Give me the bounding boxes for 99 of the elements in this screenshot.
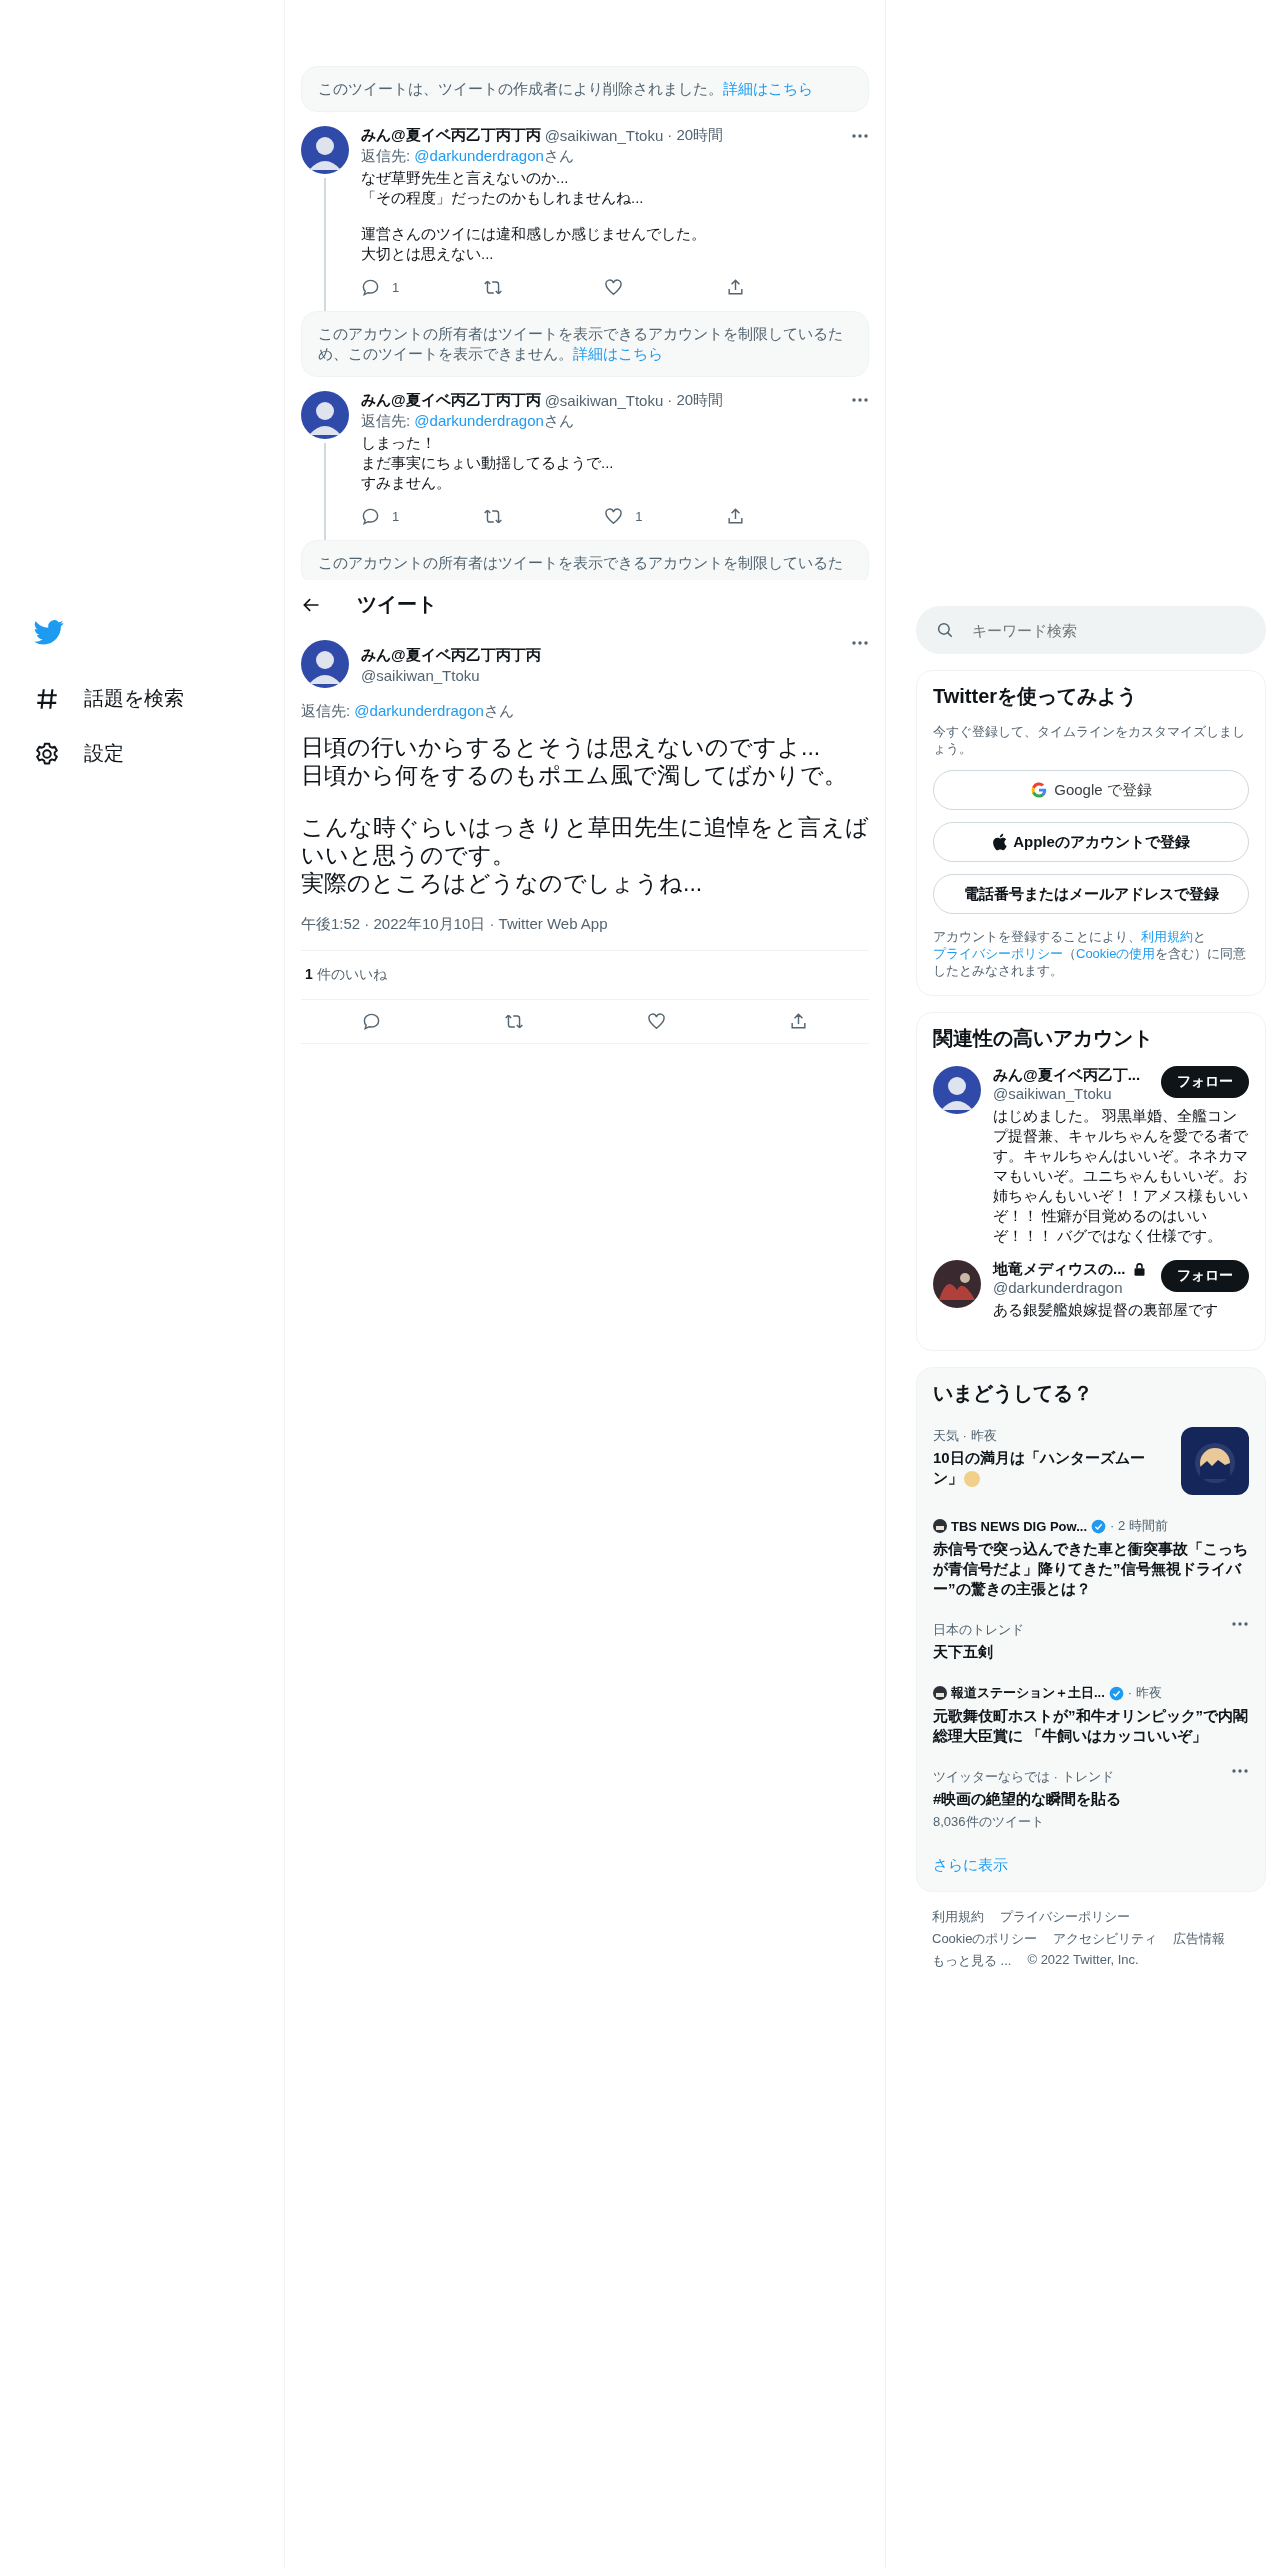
more-icon[interactable] (851, 639, 869, 646)
tweet-text-line: なぜ草野先生と言えないのか... (361, 168, 570, 188)
heart-icon[interactable] (604, 277, 624, 297)
settings-icon (34, 740, 60, 767)
avatar-icon (301, 126, 349, 174)
bio-text: はじめました。 羽黒単婚、全艦コンプ提督兼、キャルちゃんを愛でる者です。キャルちゃんはいいぞ。ネネカママもいいぞ。ユニちゃんもいいぞ。お姉ちゃんもいいぞ！！アメス様もいいぞ！！ 性癖が目覚めるのはいいぞ！！！ バグではなく仕様です。 (993, 1106, 1249, 1246)
avatar-icon (933, 1260, 981, 1308)
reply-to-text: 返信先: @darkunderdragonさん (361, 147, 575, 166)
signup-button[interactable]: Appleのアカウントで登録 (933, 822, 1249, 862)
avatar-icon (933, 1066, 981, 1114)
reply-to-text: 返信先: @darkunderdragonさん (301, 701, 515, 721)
bird-logo-icon[interactable] (34, 620, 64, 645)
card-title: Twitterを使ってみよう (933, 684, 1139, 709)
signup-button[interactable]: Google で登録 (933, 770, 1249, 810)
reply-count: 1 (392, 508, 400, 524)
like-count: 1 (635, 508, 643, 524)
card-title: 関連性の高いアカウント (933, 1026, 1154, 1051)
source-name: 報道ステーション＋土日... (951, 1684, 1105, 1702)
reply-icon[interactable] (361, 506, 380, 526)
share-icon[interactable] (725, 506, 745, 526)
trend-title[interactable]: 天下五剣 (933, 1642, 1219, 1662)
trend-title[interactable]: 赤信号で突っ込んできた車と衝突事故「こっちが青信号だよ」降りてきた”信号無視ドライバー”の驚きの主張とは？ (933, 1539, 1249, 1599)
tweet-count: 8,036件のツイート (933, 1813, 1045, 1830)
tweet-text-line: 日頃の行いからするとそうは思えないのですよ... (301, 732, 822, 761)
trend-title[interactable]: 10日の満月は「ハンターズムーン」 (933, 1448, 1169, 1489)
copyright-text: © 2022 Twitter, Inc. (1027, 1952, 1139, 1969)
trend-title[interactable]: 元歌舞伎町ホストが”和牛オリンピック”で内閣総理大臣賞に 「牛飼いはカッコいいぞ」 (933, 1706, 1249, 1746)
follow-button[interactable]: フォロー (1161, 1066, 1249, 1098)
page-title: ツイート (357, 592, 437, 618)
tweet-text-line: 「その程度」だったのかもしれませんね... (361, 188, 645, 208)
more-icon[interactable] (851, 132, 869, 139)
footer-link[interactable]: 広告情報 (1173, 1930, 1226, 1948)
footer-link[interactable]: 利用規約 (932, 1908, 984, 1926)
handle-text: @saikiwan_Ttoku (993, 1085, 1113, 1102)
user-name[interactable]: みん@夏イベ丙乙丁丙丁丙 (361, 126, 541, 145)
footer-link[interactable]: もっと見る ... (932, 1952, 1012, 1970)
account-name[interactable]: みん@夏イベ丙乙丁... (993, 1066, 1141, 1085)
time-text: · 20時間 (667, 390, 724, 410)
bio-text: ある銀髪艦娘嫁提督の裏部屋です (993, 1300, 1219, 1320)
heart-icon[interactable] (604, 506, 624, 526)
apple-icon (992, 833, 1008, 851)
handle-text: @saikiwan_Ttoku (361, 666, 481, 684)
trend-meta: 天気 · 昨夜 (933, 1427, 998, 1444)
card-subtitle: 今すぐ登録して、タイムラインをカスタマイズしましょう。 (933, 723, 1246, 757)
account-name[interactable]: 地竜メディウスの... (993, 1260, 1126, 1279)
source-logo-icon (933, 1686, 947, 1700)
time-text: · 20時間 (667, 126, 724, 145)
tweet-text-line: 実際のところはどうなのでしょうね... (301, 868, 704, 897)
more-icon[interactable] (1231, 1768, 1249, 1774)
footer-link[interactable]: アクセシビリティ (1053, 1930, 1158, 1948)
nav-item[interactable]: 話題を検索 (34, 671, 184, 726)
moon-icon (963, 1470, 981, 1489)
trend-title[interactable]: #映画の絶望的な瞬間を貼る (933, 1789, 1219, 1809)
tweet-text-line: すみません。 (361, 472, 452, 493)
terms-text: アカウントを登録することにより、利用規約 と プライバシーポリシー（Cookieの使用を含む）に同意したとみなされます。 (933, 928, 1248, 979)
card-title: いまどうしてる？ (933, 1381, 1094, 1406)
tweet-text-line: まだ事実にちょい動揺してるようで... (361, 452, 615, 473)
source-name: TBS NEWS DIG Pow... (951, 1518, 1088, 1534)
notice-text: このアカウントの所有者はツイートを表示できるアカウントを制限しているた (318, 552, 844, 573)
handle-text: @saikiwan_Ttoku (544, 127, 664, 144)
avatar-icon (301, 639, 349, 688)
handle-text: @saikiwan_Ttoku (544, 391, 664, 409)
trend-meta: 日本のトレンド (933, 1621, 1025, 1638)
handle-text: @darkunderdragon (993, 1279, 1124, 1296)
signup-button[interactable]: 電話番号またはメールアドレスで登録 (933, 874, 1249, 914)
share-icon[interactable] (788, 1011, 808, 1031)
reply-icon[interactable] (361, 277, 380, 297)
tweet-text-line: 運営さんのツイには違和感しか感じませんでした。 (361, 223, 707, 244)
tweet-text-line: こんな時ぐらいはっきりと草田先生に追悼をと言えばいいと思うのです。 (301, 812, 869, 869)
reply-to-text: 返信先: @darkunderdragonさん (361, 411, 575, 431)
timestamp-text: 午後1:52 · 2022年10月10日 · Twitter Web App (301, 914, 869, 951)
verified-icon (1091, 1518, 1107, 1534)
avatar-icon (301, 390, 349, 439)
google-g-icon (1030, 781, 1049, 799)
notice-text: このツイートは、ツイートの作成者により削除されました。詳細はこちら (318, 79, 814, 99)
user-name[interactable]: みん@夏イベ丙乙丁丙丁丙 (361, 390, 541, 410)
follow-button[interactable]: フォロー (1161, 1260, 1249, 1292)
more-icon[interactable] (851, 397, 869, 404)
footer-link[interactable]: Cookieのポリシー (932, 1930, 1038, 1948)
source-logo-icon (933, 1519, 947, 1533)
reply-count: 1 (392, 279, 400, 295)
nav-item[interactable]: 設定 (34, 726, 124, 781)
share-icon[interactable] (725, 277, 745, 297)
time-text: · 2 時間前 (1110, 1517, 1168, 1535)
tweet-text-line: しまった！ (361, 432, 437, 453)
likes-link[interactable]: 1 件のいいね (305, 965, 387, 982)
footer-link[interactable]: プライバシーポリシー (1000, 1908, 1130, 1926)
tweet-text-line: 日頃から何をするのもポエム風で濁してばかりで。 (301, 760, 848, 789)
notice-text: このアカウントの所有者はツイートを表示できるアカウントを制限しているため、このツイートを表示できません。詳細はこちら (318, 323, 844, 364)
search-icon (936, 621, 954, 639)
reply-icon[interactable] (362, 1011, 382, 1031)
tweet-text-line: 大切とは思えない... (361, 243, 495, 264)
time-text: · 昨夜 (1127, 1684, 1162, 1702)
verified-icon (1108, 1685, 1124, 1701)
trend-meta: ツイッターならでは · トレンド (933, 1768, 1115, 1785)
user-name[interactable]: みん@夏イベ丙乙丁丙丁丙 (361, 645, 541, 665)
more-icon[interactable] (1231, 1621, 1249, 1627)
search-field[interactable]: キーワード検索 (916, 606, 1266, 654)
heart-icon[interactable] (646, 1011, 666, 1031)
